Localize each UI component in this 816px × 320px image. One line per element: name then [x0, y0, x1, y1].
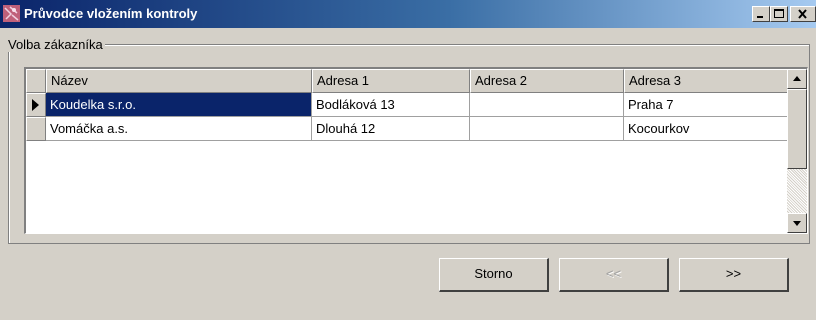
cancel-button[interactable]: Storno — [439, 258, 549, 292]
arrow-up-icon — [793, 76, 801, 81]
column-header-address1[interactable]: Adresa 1 — [312, 69, 470, 93]
column-header-address2[interactable]: Adresa 2 — [470, 69, 624, 93]
table-cell-address2[interactable] — [470, 93, 624, 117]
table-cell-address2[interactable] — [470, 117, 624, 141]
maximize-button[interactable] — [770, 6, 788, 22]
next-button[interactable]: >> — [679, 258, 789, 292]
table-cell-address1[interactable]: Dlouhá 12 — [312, 117, 470, 141]
arrow-down-icon — [793, 221, 801, 226]
window-title: Průvodce vložením kontroly — [24, 6, 198, 21]
row-indicator[interactable] — [26, 117, 46, 141]
app-icon — [3, 5, 20, 22]
row-indicator[interactable] — [26, 93, 46, 117]
table-cell-address1[interactable]: Bodláková 13 — [312, 93, 470, 117]
customer-grid[interactable]: Název Adresa 1 Adresa 2 Adresa 3 Koudelk… — [24, 67, 808, 234]
minimize-button[interactable] — [752, 6, 770, 22]
table-cell-name[interactable]: Vomáčka a.s. — [46, 117, 312, 141]
customer-group-label: Volba zákazníka — [6, 37, 105, 52]
close-button[interactable] — [790, 6, 816, 22]
column-header-name[interactable]: Název — [46, 69, 312, 93]
title-bar[interactable]: Průvodce vložením kontroly — [0, 0, 816, 28]
maximize-icon — [774, 9, 784, 18]
header-indicator-cell — [26, 69, 46, 93]
scroll-up-button[interactable] — [787, 69, 807, 89]
vertical-scrollbar[interactable] — [787, 69, 807, 233]
back-button[interactable]: << — [559, 258, 669, 292]
scroll-thumb[interactable] — [787, 89, 807, 169]
current-row-arrow-icon — [32, 99, 39, 111]
minimize-icon — [757, 16, 763, 18]
scroll-down-button[interactable] — [787, 213, 807, 233]
table-cell-address3[interactable]: Praha 7 — [624, 93, 788, 117]
close-icon — [798, 9, 807, 19]
table-cell-name[interactable]: Koudelka s.r.o. — [46, 93, 312, 117]
column-header-address3[interactable]: Adresa 3 — [624, 69, 788, 93]
scroll-track[interactable] — [787, 169, 807, 213]
wizard-window: Průvodce vložením kontroly Volba zákazní… — [0, 0, 816, 320]
table-cell-address3[interactable]: Kocourkov — [624, 117, 788, 141]
